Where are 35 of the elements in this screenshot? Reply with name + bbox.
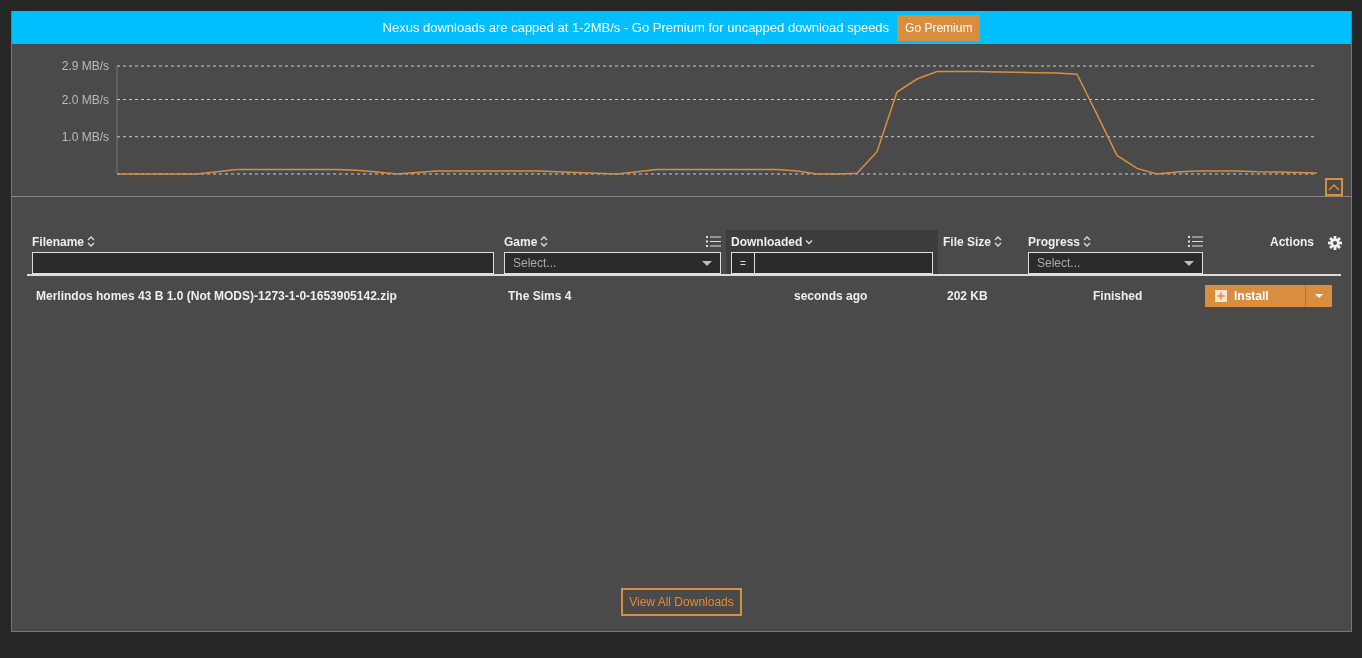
filter-field[interactable] xyxy=(32,252,494,274)
plus-icon xyxy=(1215,290,1227,302)
date-filter-field[interactable] xyxy=(754,252,933,274)
table-cell: Merlindos homes 43 B 1.0 (Not MODS)-1273-1-0-1653905142.zip xyxy=(36,289,397,303)
banner-message: Nexus downloads are capped at 1-2MB/s - Go Premium for uncapped download speeds xyxy=(382,20,890,35)
caret-icon xyxy=(1315,294,1323,298)
column-header[interactable]: Actions xyxy=(1270,234,1314,249)
dropdown-button[interactable] xyxy=(1305,285,1332,307)
column-header[interactable]: Filename xyxy=(32,234,85,249)
column-header[interactable]: Game xyxy=(504,234,538,249)
settings-icon[interactable] xyxy=(1328,236,1342,250)
collapse-button[interactable] xyxy=(1325,178,1343,196)
caret-icon xyxy=(1184,260,1194,266)
table-cell: The Sims 4 xyxy=(508,289,572,303)
chevron-up-icon xyxy=(1328,183,1340,191)
table-cell: seconds ago xyxy=(794,289,868,303)
axis-label: 1.0 MB/s xyxy=(61,129,109,144)
filter-dropdown[interactable]: Select... xyxy=(1028,252,1203,274)
sort-icon[interactable] xyxy=(994,236,1003,247)
table-cell: Finished xyxy=(1093,289,1143,303)
column-header[interactable]: Progress xyxy=(1028,234,1081,249)
sort-icon[interactable] xyxy=(87,236,96,247)
axis-label: 2.9 MB/s xyxy=(61,59,109,73)
operator-button[interactable]: = xyxy=(731,252,755,274)
sort-descending-icon[interactable] xyxy=(805,238,814,245)
sort-icon[interactable] xyxy=(1083,236,1092,247)
column-header[interactable]: Downloaded xyxy=(731,234,803,249)
caret-icon xyxy=(702,260,712,266)
axis-label: 2.0 MB/s xyxy=(61,92,109,107)
filter-dropdown[interactable]: Select... xyxy=(504,252,721,274)
column-header[interactable]: File Size xyxy=(943,234,992,249)
list-icon[interactable] xyxy=(1188,235,1203,248)
sort-icon[interactable] xyxy=(540,236,549,247)
list-icon[interactable] xyxy=(706,235,721,248)
table-cell: 202 KB xyxy=(947,289,988,303)
